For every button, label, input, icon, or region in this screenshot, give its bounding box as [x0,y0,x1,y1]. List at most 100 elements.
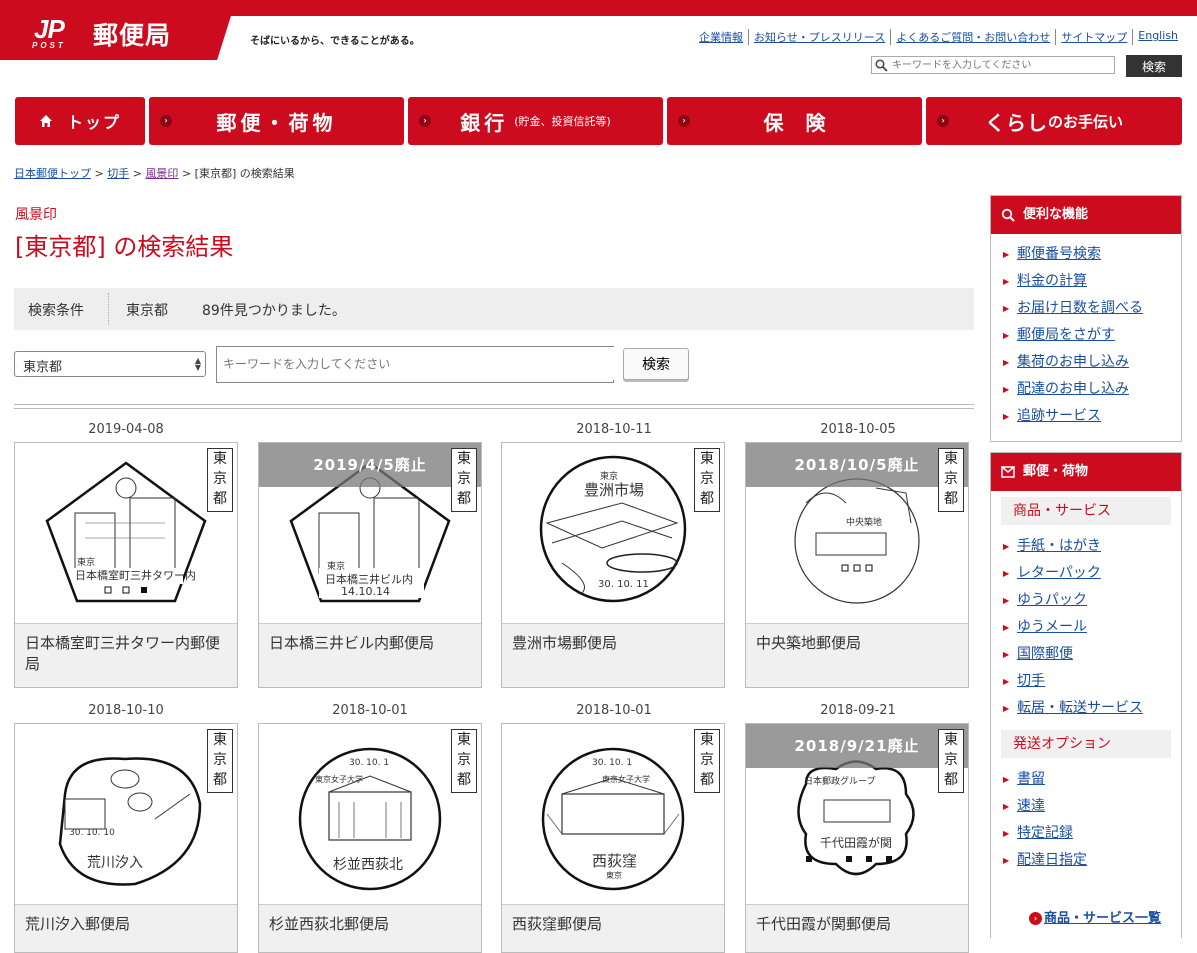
sidebar-item-yumail[interactable]: ▶ ゆうメール [991,614,1181,641]
sidebar-item-express[interactable]: ▶ 速達 [991,793,1181,820]
chevron-right-icon: › [678,115,690,127]
sidebar-item-yupack[interactable]: ▶ ゆうパック [991,587,1181,614]
chevron-right-icon: ▶ [1003,304,1010,313]
stamp-card[interactable]: 30. 10. 1 東京女子大学 西荻窪 東京 東京都 西荻窪郵便局 [501,723,725,953]
result-count: 89件見つかりました。 [202,303,346,319]
chevron-right-icon: ▶ [1003,358,1010,367]
sidebar-item-label[interactable]: お届け日数を調べる [1017,300,1143,316]
chevron-right-icon: ▶ [1003,704,1010,713]
sidebar-item-specified-record[interactable]: ▶ 特定記録 [991,820,1181,847]
search-condition-box: 検索条件 東京都 89件見つかりました。 [14,288,974,330]
post-office-name[interactable]: 西荻窪郵便局 [502,904,724,952]
sidebar-item-label[interactable]: 手紙・はがき [1017,538,1101,554]
sidebar-item-tracking[interactable]: ▶ 追跡サービス [991,403,1181,430]
stamp-card[interactable]: 30. 10. 1 東京女子大学 杉並西荻北 東京都 杉並西荻北郵便局 [258,723,482,953]
chevron-right-icon: ▶ [1003,412,1010,421]
card-date: 2018-10-01 [332,703,408,718]
card-date: 2018-09-21 [820,703,896,718]
stamp-date: 30. 10. 1 [592,758,633,768]
breadcrumb-scenic[interactable]: 風景印 [145,167,178,180]
stamp-top-text: 東京女子大学 [315,775,363,784]
sidebar-item-label[interactable]: ゆうパック [1017,592,1087,608]
sidebar-item-stamps[interactable]: ▶ 切手 [991,668,1181,695]
breadcrumb-home[interactable]: 日本郵便トップ [14,167,91,180]
chevron-right-icon: ▶ [1003,569,1010,578]
nav-bank[interactable]: › 銀行 (貯金、投資信託等) [408,97,663,145]
sidebar-item-label[interactable]: 料金の計算 [1017,273,1087,289]
header-search-input[interactable] [892,57,1112,73]
keyword-input[interactable] [217,347,619,380]
sidebar-item-label[interactable]: 郵便番号検索 [1017,246,1101,262]
envelope-icon [1001,466,1015,478]
header-search-box [871,56,1115,74]
search-button[interactable]: 検索 [623,348,689,380]
search-icon [875,59,888,72]
post-office-name[interactable]: 杉並西荻北郵便局 [259,904,481,952]
stamp-card[interactable]: 30. 10. 10 荒川汐入 東京都 荒川汐入郵便局 [14,723,238,953]
products-heading: 商品・サービス [1001,497,1171,525]
stamp-card[interactable]: 日本郵政グループ 千代田霞が関 2018/9/21廃止 東京都 千代田霞が関郵便… [745,723,969,953]
sidebar-item-forwarding[interactable]: ▶ 転居・転送サービス [991,695,1181,722]
sidebar-item-international[interactable]: ▶ 国際郵便 [991,641,1181,668]
breadcrumb-stamps[interactable]: 切手 [107,167,129,180]
stamp-image: 東京 豊洲市場 30. 10. 11 [502,443,724,623]
sidebar-item-registered[interactable]: ▶ 書留 [991,766,1181,793]
nav-mail[interactable]: › 郵便・荷物 [149,97,404,145]
nav-insurance[interactable]: › 保険 [667,97,922,145]
nav-life-label: くらし [984,110,1048,135]
sidebar-item-redelivery[interactable]: ▶ 配達のお申し込み [991,376,1181,403]
keyword-box [216,346,619,383]
logo[interactable]: JP POST 郵便局 [0,0,236,60]
sidebar-item-label[interactable]: 配達のお申し込み [1017,381,1129,397]
sidebar-item-label[interactable]: 郵便局をさがす [1017,327,1115,343]
utility-link-english[interactable]: English [1132,29,1183,45]
sidebar-item-label[interactable]: 配達日指定 [1017,852,1087,868]
sidebar-item-label[interactable]: レターパック [1017,565,1101,581]
utility-link-faq[interactable]: よくあるご質問・お問い合わせ [890,29,1055,45]
chevron-right-icon: ▶ [1003,277,1010,286]
chevron-right-icon: ▶ [1003,385,1010,394]
sidebar-item-letterpack[interactable]: ▶ レターパック [991,560,1181,587]
sidebar-item-delivery-days[interactable]: ▶ お届け日数を調べる [991,295,1181,322]
sidebar-item-label[interactable]: 特定記録 [1017,825,1073,841]
stamp-image: 30. 10. 1 東京女子大学 杉並西荻北 [259,724,481,904]
post-office-name[interactable]: 中央築地郵便局 [746,623,968,687]
sidebar-item-label[interactable]: 書留 [1017,771,1045,787]
sidebar-item-label[interactable]: 切手 [1017,673,1045,689]
stamp-card[interactable]: 中央築地 2018/10/5廃止 東京都 中央築地郵便局 [745,442,969,688]
nav-top[interactable]: トップ [15,97,145,145]
utility-link-sitemap[interactable]: サイトマップ [1055,29,1132,45]
stamp-bottom-text: 東京 [606,871,622,880]
post-office-name[interactable]: 荒川汐入郵便局 [15,904,237,952]
stamp-card[interactable]: 東京 豊洲市場 30. 10. 11 東京都 豊洲市場郵便局 [501,442,725,688]
utility-link-company[interactable]: 企業情報 [694,29,748,45]
post-office-name[interactable]: 千代田霞が関郵便局 [746,904,968,952]
sidebar-item-label[interactable]: 転居・転送サービス [1017,700,1143,716]
nav-top-label: トップ [66,113,121,132]
products-list-link[interactable]: › 商品・サービス一覧 [1029,907,1161,926]
products-list-link-label[interactable]: 商品・サービス一覧 [1044,911,1161,926]
sidebar-item-label[interactable]: 追跡サービス [1017,408,1101,424]
post-office-name[interactable]: 日本橋室町三井タワー内郵便局 [15,623,237,687]
post-office-name[interactable]: 日本橋三井ビル内郵便局 [259,623,481,687]
sidebar-item-label[interactable]: 集荷のお申し込み [1017,354,1129,370]
sidebar-item-pickup[interactable]: ▶ 集荷のお申し込み [991,349,1181,376]
sidebar-item-label[interactable]: 速達 [1017,798,1045,814]
breadcrumb: 日本郵便トップ > 切手 > 風景印 > [東京都] の検索結果 [14,165,295,181]
post-office-name[interactable]: 豊洲市場郵便局 [502,623,724,687]
utility-link-news[interactable]: お知らせ・プレスリリース [748,29,890,45]
nav-life[interactable]: › くらし のお手伝い [926,97,1182,145]
header-search-button[interactable]: 検索 [1126,55,1182,77]
sidebar-item-letters[interactable]: ▶ 手紙・はがき [991,533,1181,560]
sidebar-item-find-office[interactable]: ▶ 郵便局をさがす [991,322,1181,349]
prefecture-select[interactable]: 東京都 ▲ ▼ [14,351,206,377]
chevron-right-icon: ▶ [1003,802,1010,811]
sidebar-item-zipcode[interactable]: ▶ 郵便番号検索 [991,241,1181,268]
stamp-card[interactable]: 東京 日本橋室町三井タワー内 東京都 日本橋室町三井タワー内郵便局 [14,442,238,688]
sidebar-item-date-specified[interactable]: ▶ 配達日指定 [991,847,1181,874]
sidebar-item-label[interactable]: ゆうメール [1017,619,1087,635]
sidebar-mail-title: 郵便・荷物 [1023,464,1089,479]
stamp-card[interactable]: 東京 日本橋三井ビル内 14.10.14 2019/4/5廃止 東京都 日本橋三… [258,442,482,688]
sidebar-item-fee[interactable]: ▶ 料金の計算 [991,268,1181,295]
sidebar-item-label[interactable]: 国際郵便 [1017,646,1073,662]
